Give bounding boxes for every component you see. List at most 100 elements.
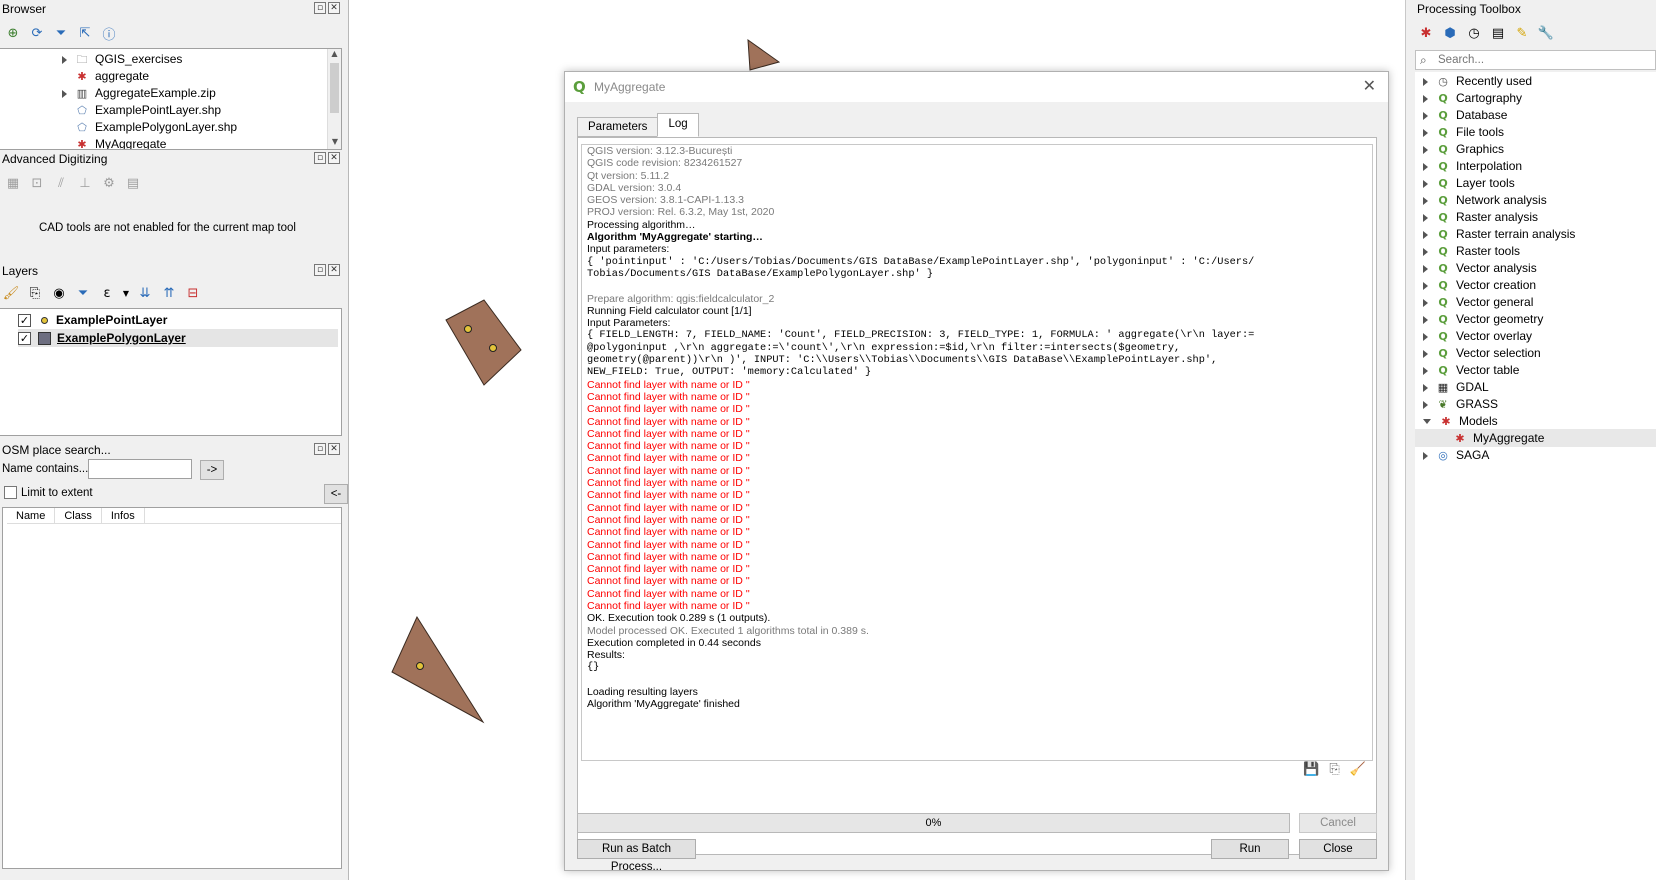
- tab-parameters[interactable]: Parameters: [577, 117, 659, 137]
- expression-filter-icon[interactable]: ε: [98, 284, 116, 302]
- close-icon[interactable]: ✕: [328, 264, 340, 276]
- cad-enable-icon[interactable]: ▦: [4, 174, 22, 192]
- chevron-right-icon[interactable]: [62, 55, 67, 64]
- cad-construction-icon[interactable]: ⊡: [28, 174, 46, 192]
- toolbox-provider[interactable]: Q Layer tools: [1415, 174, 1656, 192]
- toolbox-provider[interactable]: ◷ Recently used: [1415, 72, 1656, 90]
- osm-column-header[interactable]: Name: [7, 508, 56, 523]
- cad-perpendicular-icon[interactable]: ⊥: [76, 174, 94, 192]
- polygon-feature-triangle[interactable]: [391, 615, 485, 724]
- close-icon[interactable]: ✕: [328, 443, 340, 455]
- toolbox-algorithm[interactable]: ✱ MyAggregate: [1415, 429, 1656, 447]
- scroll-down-icon[interactable]: ▼: [328, 137, 341, 149]
- toolbox-provider[interactable]: Q Vector creation: [1415, 276, 1656, 294]
- chevron-right-icon[interactable]: [1423, 247, 1428, 256]
- chevron-right-icon[interactable]: [1423, 366, 1428, 375]
- log-view[interactable]: QGIS version: 3.12.3-București QGIS code …: [581, 144, 1373, 761]
- chevron-right-icon[interactable]: [1423, 400, 1428, 409]
- chevron-right-icon[interactable]: [62, 89, 67, 98]
- browser-item[interactable]: ▥ AggregateExample.zip: [62, 84, 216, 102]
- toolbox-provider[interactable]: ✱ Models: [1415, 412, 1656, 430]
- osm-go-button[interactable]: ->: [200, 460, 224, 480]
- toolbox-provider[interactable]: Q Network analysis: [1415, 191, 1656, 209]
- chevron-right-icon[interactable]: [1423, 128, 1428, 137]
- close-icon[interactable]: ✕: [328, 2, 340, 14]
- osm-back-button[interactable]: <-: [324, 484, 348, 504]
- point-feature[interactable]: [416, 662, 424, 670]
- expand-all-icon[interactable]: ⇊: [136, 284, 154, 302]
- cad-settings-icon[interactable]: ⚙: [100, 174, 118, 192]
- toolbox-provider[interactable]: Q Raster tools: [1415, 242, 1656, 260]
- dialog-titlebar[interactable]: Q MyAggregate ✕: [565, 72, 1388, 102]
- browser-scrollbar[interactable]: ▲ ▼: [327, 49, 341, 149]
- chevron-right-icon[interactable]: [1423, 349, 1428, 358]
- layer-item[interactable]: ✓ ExamplePolygonLayer: [18, 329, 338, 347]
- toolbox-provider[interactable]: Q Vector geometry: [1415, 310, 1656, 328]
- browser-item[interactable]: ⬠ ExamplePolygonLayer.shp: [62, 118, 237, 136]
- chevron-right-icon[interactable]: [1423, 332, 1428, 341]
- chevron-right-icon[interactable]: [1423, 451, 1428, 460]
- toolbox-search-input[interactable]: [1436, 52, 1651, 68]
- browser-item[interactable]: ⬠ ExamplePointLayer.shp: [62, 101, 221, 119]
- collapse-all-icon[interactable]: ⇈: [160, 284, 178, 302]
- chevron-right-icon[interactable]: [1423, 179, 1428, 188]
- add-group-icon[interactable]: ⎘: [26, 284, 44, 302]
- browser-item[interactable]: ✱ MyAggregate: [62, 135, 166, 149]
- point-feature[interactable]: [464, 325, 472, 333]
- toolbox-provider[interactable]: Q Vector selection: [1415, 344, 1656, 362]
- toolbox-provider[interactable]: Q Vector table: [1415, 361, 1656, 379]
- cad-parallel-icon[interactable]: ⫽: [52, 174, 70, 192]
- clear-log-icon[interactable]: 🧹: [1350, 762, 1366, 777]
- float-icon[interactable]: ▫: [314, 443, 326, 455]
- float-icon[interactable]: ▫: [314, 152, 326, 164]
- scroll-thumb[interactable]: [330, 63, 339, 113]
- info-icon[interactable]: ⓘ: [100, 24, 118, 43]
- chevron-right-icon[interactable]: [1423, 230, 1428, 239]
- filter-icon[interactable]: ⏷: [74, 284, 92, 302]
- osm-column-header[interactable]: Class: [55, 508, 102, 523]
- scroll-up-icon[interactable]: ▲: [328, 49, 341, 61]
- cad-floater-icon[interactable]: ▤: [124, 174, 142, 192]
- chevron-down-icon[interactable]: [1423, 419, 1431, 425]
- toolbox-provider[interactable]: Q Graphics: [1415, 140, 1656, 158]
- toolbox-search[interactable]: ⌕: [1415, 50, 1656, 70]
- toolbox-provider[interactable]: Q File tools: [1415, 123, 1656, 141]
- toolbox-provider[interactable]: Q Database: [1415, 106, 1656, 124]
- browser-item[interactable]: 🗀 QGIS_exercises: [62, 50, 182, 68]
- chevron-right-icon[interactable]: [1423, 196, 1428, 205]
- chevron-right-icon[interactable]: [1423, 315, 1428, 324]
- chevron-right-icon[interactable]: [1423, 264, 1428, 273]
- layer-visibility-checkbox[interactable]: ✓: [18, 332, 31, 346]
- cancel-button[interactable]: Cancel: [1299, 813, 1377, 833]
- toolbox-provider[interactable]: ◎ SAGA: [1415, 446, 1656, 464]
- options-icon[interactable]: 🔧: [1537, 24, 1555, 42]
- copy-log-icon[interactable]: ⎘: [1329, 762, 1339, 777]
- close-icon[interactable]: ✕: [328, 152, 340, 164]
- toolbox-provider[interactable]: Q Raster analysis: [1415, 208, 1656, 226]
- chevron-right-icon[interactable]: [1423, 111, 1428, 120]
- right-splitter[interactable]: [1405, 0, 1413, 880]
- toolbox-provider[interactable]: Q Vector overlay: [1415, 327, 1656, 345]
- float-icon[interactable]: ▫: [314, 264, 326, 276]
- polygon-feature-top[interactable]: [747, 38, 781, 71]
- osm-column-header[interactable]: Infos: [102, 508, 145, 523]
- close-icon[interactable]: ✕: [1363, 76, 1376, 95]
- osm-name-input[interactable]: [88, 459, 192, 479]
- toolbox-provider[interactable]: ❦ GRASS: [1415, 395, 1656, 413]
- chevron-right-icon[interactable]: [1423, 145, 1428, 154]
- limit-extent-checkbox[interactable]: [4, 486, 17, 499]
- batch-process-button[interactable]: Run as Batch Process...: [577, 839, 696, 873]
- toolbox-provider[interactable]: Q Raster terrain analysis: [1415, 225, 1656, 243]
- edit-features-icon[interactable]: ✎: [1513, 24, 1531, 42]
- history-icon[interactable]: ◷: [1465, 24, 1483, 42]
- save-log-icon[interactable]: 💾: [1303, 762, 1319, 777]
- point-feature[interactable]: [489, 344, 497, 352]
- style-icon[interactable]: 🖌: [2, 284, 20, 302]
- chevron-right-icon[interactable]: [1423, 94, 1428, 103]
- visibility-icon[interactable]: ◉: [50, 284, 68, 302]
- collapse-all-icon[interactable]: ⇱: [76, 24, 94, 42]
- toolbox-provider[interactable]: Q Vector analysis: [1415, 259, 1656, 277]
- chevron-right-icon[interactable]: [1423, 77, 1428, 86]
- layer-visibility-checkbox[interactable]: ✓: [18, 314, 31, 328]
- remove-layer-icon[interactable]: ⊟: [184, 284, 202, 302]
